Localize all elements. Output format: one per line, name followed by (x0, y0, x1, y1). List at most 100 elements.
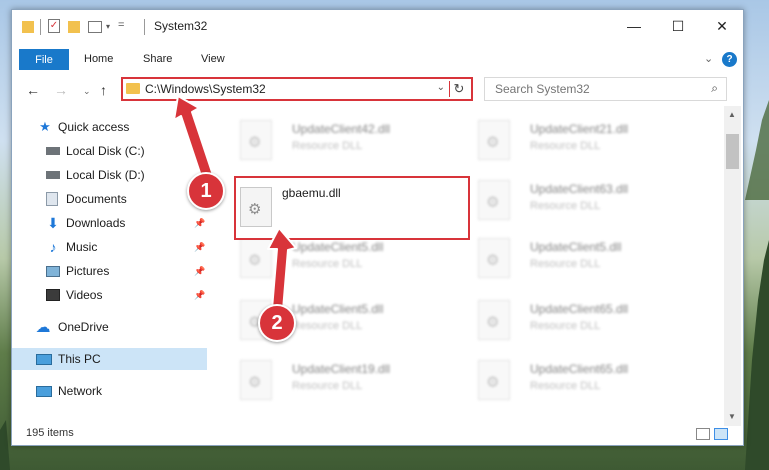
file-name: UpdateClient42.dll (292, 122, 391, 136)
dll-file-icon: ⚙ (240, 120, 272, 160)
sidebar-item-local-disk-c[interactable]: Local Disk (C:) (12, 140, 207, 162)
help-icon[interactable]: ? (722, 52, 737, 67)
refresh-icon[interactable]: ↻ (449, 81, 468, 97)
pin-icon[interactable]: 📌 (194, 290, 205, 301)
dll-file-icon: ⚙ (240, 187, 272, 227)
search-box[interactable]: ⌕ (484, 77, 727, 101)
separator (144, 19, 145, 35)
details-view-icon[interactable] (696, 428, 710, 440)
search-icon[interactable]: ⌕ (711, 81, 718, 96)
list-item[interactable]: ⚙ UpdateClient19.dll Resource DLL (234, 354, 454, 406)
file-list: ⚙ UpdateClient42.dll Resource DLL ⚙ Upda… (224, 114, 722, 424)
forward-arrow-icon[interactable]: → (54, 82, 68, 98)
sidebar-item-label: Network (58, 384, 103, 398)
window-title: System32 (154, 19, 208, 33)
address-bar[interactable]: C:\Windows\System32 ⌄ ↻ (121, 77, 473, 101)
list-item[interactable]: ⚙ UpdateClient65.dll Resource DLL (472, 294, 692, 346)
dll-file-icon: ⚙ (478, 360, 510, 400)
highlighted-file-item[interactable]: ⚙ gbaemu.dll (234, 176, 470, 240)
sidebar-item-label: Quick access (58, 120, 130, 134)
tab-share[interactable]: Share (143, 53, 172, 65)
list-item[interactable]: ⚙ UpdateClient65.dll Resource DLL (472, 354, 692, 406)
sidebar-item-this-pc[interactable]: This PC (12, 348, 207, 370)
customize-toolbar-icon[interactable] (88, 21, 102, 33)
sidebar-item-videos[interactable]: Videos 📌 (12, 284, 207, 306)
sidebar-item-label: OneDrive (58, 320, 109, 334)
chevron-down-icon[interactable]: ▾ (106, 22, 110, 38)
item-count: 195 items (26, 427, 74, 439)
file-type: Resource DLL (292, 258, 363, 270)
scroll-down-arrow-icon[interactable]: ▼ (728, 412, 736, 421)
large-icons-view-icon[interactable] (714, 428, 728, 440)
sidebar-item-network[interactable]: Network (12, 380, 207, 402)
folder-icon (126, 83, 140, 94)
ribbon-tabs: File Home Share View ⌄ ? (12, 48, 743, 70)
file-name: UpdateClient21.dll (530, 122, 629, 136)
cloud-icon: ☁ (35, 319, 51, 336)
tab-home[interactable]: Home (84, 53, 113, 65)
pin-toolbar-icon[interactable]: = (118, 19, 124, 35)
file-name: UpdateClient19.dll (292, 362, 391, 376)
file-type: Resource DLL (530, 200, 601, 212)
dll-file-icon: ⚙ (240, 238, 272, 278)
sidebar-item-label: Music (66, 240, 98, 254)
documents-icon (46, 192, 58, 206)
chevron-down-icon[interactable]: ⌄ (704, 52, 713, 65)
scroll-up-arrow-icon[interactable]: ▲ (728, 110, 736, 119)
drive-icon (46, 171, 60, 179)
address-path[interactable]: C:\Windows\System32 (145, 82, 266, 96)
list-item[interactable]: ⚙ UpdateClient63.dll Resource DLL (472, 174, 692, 226)
dll-file-icon: ⚙ (478, 120, 510, 160)
tab-file[interactable]: File (19, 49, 69, 70)
back-arrow-icon[interactable]: ← (26, 82, 40, 98)
pictures-icon (46, 265, 60, 277)
sidebar-item-documents[interactable]: Documents 📌 (12, 188, 207, 210)
tab-view[interactable]: View (201, 53, 225, 65)
sidebar-item-label: Pictures (66, 264, 110, 278)
list-item[interactable]: ⚙ UpdateClient21.dll Resource DLL (472, 114, 692, 166)
sidebar-item-label: Downloads (66, 216, 126, 230)
step-2-badge: 2 (258, 304, 296, 342)
title-bar: ✓ ▾ = System32 — ☐ ✕ (12, 10, 743, 42)
new-folder-icon[interactable] (68, 21, 80, 33)
list-item[interactable]: ⚙ UpdateClient42.dll Resource DLL (234, 114, 454, 166)
music-icon: ♪ (49, 239, 57, 255)
chevron-down-icon[interactable]: ⌄ (437, 82, 445, 93)
up-arrow-icon[interactable]: ↑ (100, 82, 107, 98)
pin-icon[interactable]: 📌 (194, 242, 205, 253)
sidebar-item-label: Local Disk (C:) (66, 144, 145, 158)
properties-icon[interactable]: ✓ (48, 19, 60, 33)
vertical-scrollbar[interactable]: ▲ ▼ (724, 106, 741, 426)
download-icon: ⬇ (47, 214, 59, 231)
close-button[interactable]: ✕ (701, 14, 743, 38)
sidebar-item-onedrive[interactable]: ☁ OneDrive (12, 316, 207, 338)
file-type: Resource DLL (292, 320, 363, 332)
pin-icon[interactable]: 📌 (194, 218, 205, 229)
dll-file-icon: ⚙ (240, 360, 272, 400)
file-name: UpdateClient5.dll (292, 240, 384, 254)
network-icon (36, 385, 52, 397)
sidebar-item-music[interactable]: ♪ Music 📌 (12, 236, 207, 258)
sidebar-item-label: Videos (66, 288, 103, 302)
dll-file-icon: ⚙ (478, 180, 510, 220)
separator (40, 19, 41, 35)
file-type: Resource DLL (292, 380, 363, 392)
scroll-thumb[interactable] (726, 134, 739, 169)
sidebar-item-pictures[interactable]: Pictures 📌 (12, 260, 207, 282)
file-explorer-window: ✓ ▾ = System32 — ☐ ✕ File Home Share Vie… (11, 9, 744, 446)
sidebar-item-label: Local Disk (D:) (66, 168, 145, 182)
minimize-button[interactable]: — (613, 14, 655, 38)
navigation-bar: ← → ⌄ ↑ C:\Windows\System32 ⌄ ↻ ⌕ (12, 76, 743, 106)
dll-file-icon: ⚙ (478, 238, 510, 278)
search-input[interactable] (493, 81, 697, 97)
list-item[interactable]: ⚙ UpdateClient5.dll Resource DLL (472, 232, 692, 284)
maximize-button[interactable]: ☐ (657, 14, 699, 38)
recent-locations-icon[interactable]: ⌄ (83, 86, 91, 97)
pin-icon[interactable]: 📌 (194, 266, 205, 277)
file-name: UpdateClient65.dll (530, 302, 629, 316)
navigation-pane: ★ Quick access Local Disk (C:) Local Dis… (12, 114, 207, 414)
file-name: UpdateClient5.dll (530, 240, 622, 254)
sidebar-item-local-disk-d[interactable]: Local Disk (D:) (12, 164, 207, 186)
sidebar-item-quick-access[interactable]: ★ Quick access (12, 116, 207, 138)
sidebar-item-downloads[interactable]: ⬇ Downloads 📌 (12, 212, 207, 234)
